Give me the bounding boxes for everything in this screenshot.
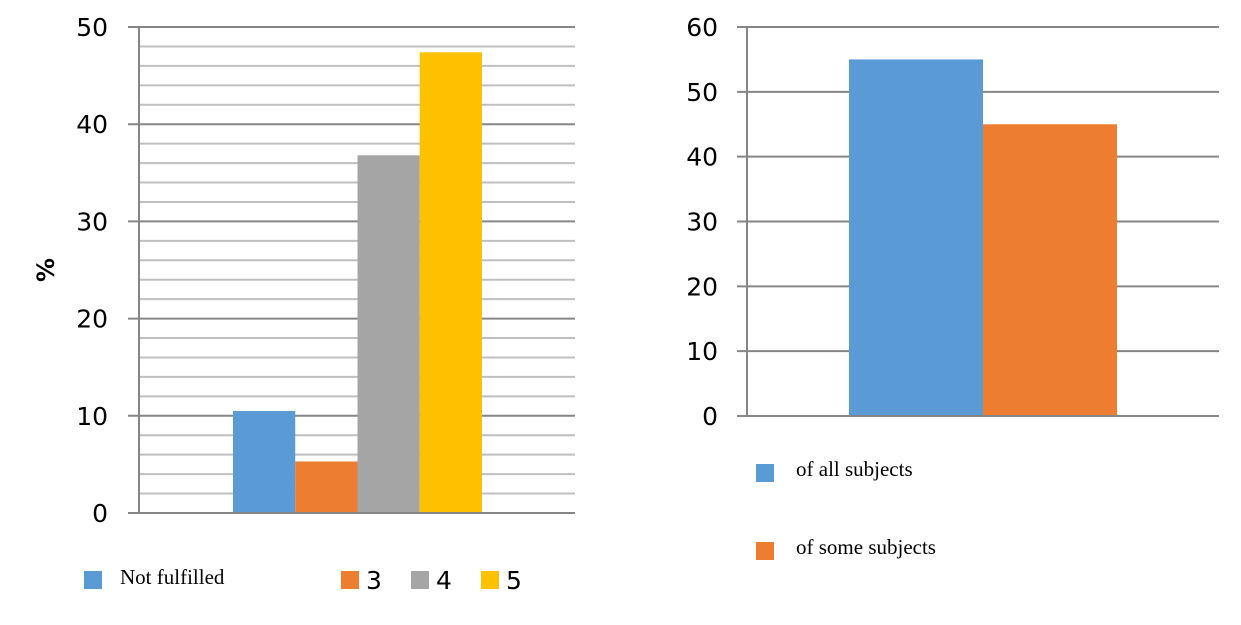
y-tick-label: 20 xyxy=(76,305,108,334)
left-legend: Not fulfilled 3 4 5 xyxy=(84,565,522,595)
legend-item: 3 xyxy=(341,566,382,595)
y-tick-label: 40 xyxy=(76,110,108,139)
legend-label: 5 xyxy=(506,566,522,595)
legend-swatch xyxy=(756,464,774,482)
y-tick-label: 40 xyxy=(686,143,718,172)
legend-item: 5 xyxy=(481,566,522,595)
legend-label: of all subjects xyxy=(796,457,913,481)
y-tick-label: 10 xyxy=(76,402,108,431)
legend-swatch xyxy=(341,571,359,589)
y-tick-label: 20 xyxy=(686,272,718,301)
legend-swatch xyxy=(411,571,429,589)
bar-5 xyxy=(419,52,482,513)
y-tick-label: 0 xyxy=(92,499,108,528)
left-chart: 0 10 20 30 40 50% Not fulfilled 3 4 5 xyxy=(32,13,575,595)
bar-4 xyxy=(357,155,420,513)
y-tick-label: 50 xyxy=(686,78,718,107)
y-tick-label: 30 xyxy=(76,207,108,236)
legend-swatch xyxy=(756,542,774,560)
legend-label: Not fulfilled xyxy=(120,565,225,589)
right-chart: 0 10 20 30 40 50 60 of all subjects of some subj… xyxy=(686,13,1219,560)
bar-3 xyxy=(295,461,358,513)
bar-of-some-subjects xyxy=(983,124,1117,416)
legend-item: of some subjects xyxy=(756,535,936,560)
bar-of-all-subjects xyxy=(849,59,983,417)
legend-item: of all subjects xyxy=(756,457,913,482)
y-tick-label: 10 xyxy=(686,337,718,366)
chart-canvas: 0 10 20 30 40 50% Not fulfilled 3 4 5 0 10 20 30 40 50… xyxy=(32,13,1219,595)
bar-not-fulfilled xyxy=(233,410,296,513)
y-tick-label: 50 xyxy=(76,13,108,42)
legend-item: 4 xyxy=(411,566,452,595)
legend-swatch xyxy=(481,571,499,589)
y-axis-label: % xyxy=(32,258,60,282)
legend-label: of some subjects xyxy=(796,535,936,559)
y-tick-label: 30 xyxy=(686,208,718,237)
legend-item: Not fulfilled xyxy=(84,565,225,589)
legend-swatch xyxy=(84,571,102,589)
y-tick-label: 60 xyxy=(686,13,718,42)
legend-label: 4 xyxy=(436,566,452,595)
legend-label: 3 xyxy=(366,566,382,595)
right-legend: of all subjects of some subjects xyxy=(756,457,936,560)
y-tick-label: 0 xyxy=(702,402,718,431)
